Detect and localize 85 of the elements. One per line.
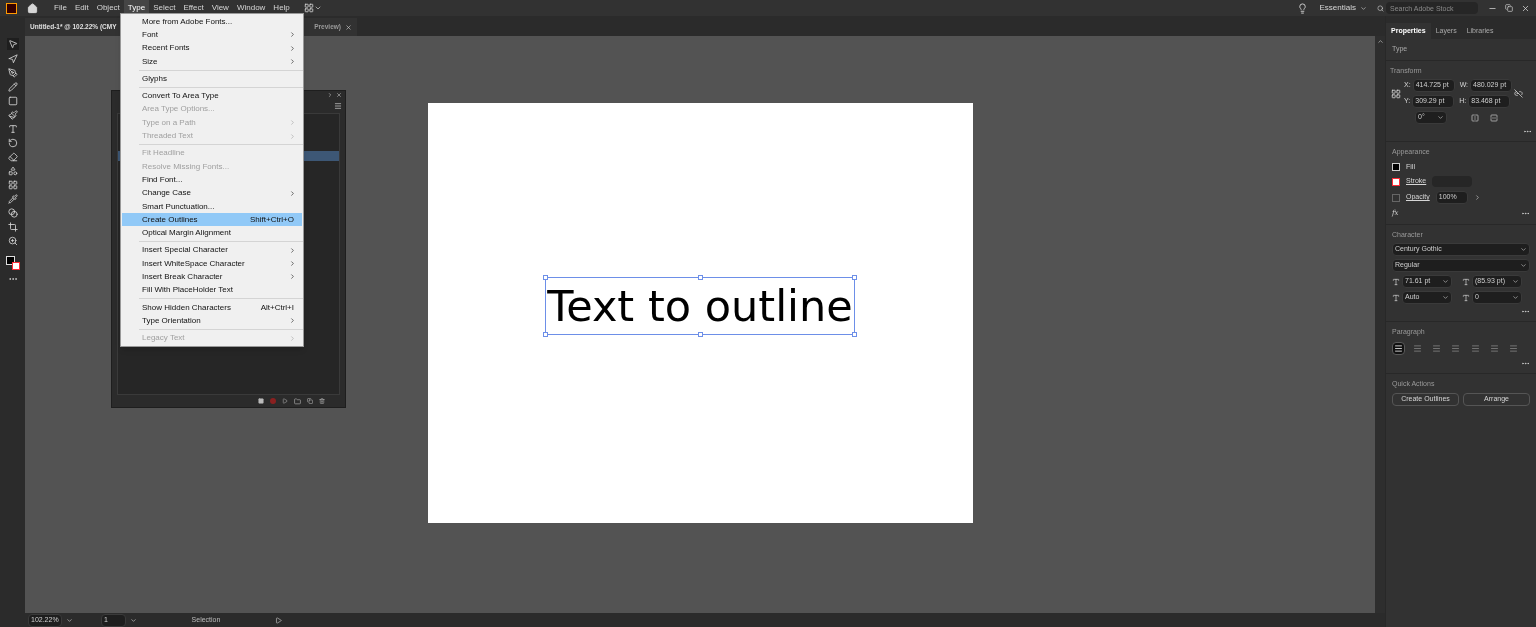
play-icon[interactable] xyxy=(275,616,282,624)
menu-item[interactable]: Convert To Area Type xyxy=(122,89,302,103)
menu-item[interactable]: Font xyxy=(122,28,302,42)
pen-icon[interactable] xyxy=(7,68,18,78)
font-size-icon xyxy=(1392,277,1400,286)
caret-icon[interactable] xyxy=(130,616,137,624)
collapse-icon[interactable] xyxy=(327,92,333,98)
close-icon[interactable] xyxy=(1521,3,1530,13)
fill-stroke-icon[interactable] xyxy=(5,256,20,270)
new-item-icon[interactable] xyxy=(307,398,313,404)
selection-handle[interactable] xyxy=(543,274,549,280)
panel-menu-icon[interactable] xyxy=(334,102,342,110)
menu-item[interactable]: Object xyxy=(92,0,124,16)
selection-handle[interactable] xyxy=(698,274,703,280)
menu-item[interactable]: File xyxy=(50,0,71,16)
trash-icon[interactable] xyxy=(319,398,325,404)
search-icon[interactable] xyxy=(1377,4,1384,12)
workspace-layout-icon[interactable] xyxy=(303,3,322,13)
play-icon[interactable] xyxy=(282,398,288,404)
caret-icon[interactable] xyxy=(1520,246,1527,253)
app-logo-icon xyxy=(6,2,17,14)
menu-item[interactable]: Insert Break Character xyxy=(122,270,302,284)
menu-item[interactable]: Recent Fonts xyxy=(122,41,302,55)
menu-item[interactable]: Create Outlines Shift+Ctrl+O xyxy=(122,213,302,227)
caret-icon[interactable] xyxy=(1512,278,1519,285)
scroll-up-icon[interactable] xyxy=(1376,38,1384,45)
caret-icon[interactable] xyxy=(1512,294,1519,301)
lightbulb-icon xyxy=(1296,2,1308,14)
menu-item[interactable]: Type Orientation xyxy=(122,314,302,328)
close-icon[interactable] xyxy=(336,92,342,98)
blend-icon[interactable] xyxy=(7,208,18,218)
caret-icon[interactable] xyxy=(66,616,73,624)
menu-item[interactable]: Edit xyxy=(70,0,93,16)
caret-icon[interactable] xyxy=(1360,4,1367,12)
workspace-switcher[interactable]: Essentials xyxy=(1319,2,1367,14)
menu-item[interactable]: Show Hidden Characters Alt+Ctrl+I xyxy=(122,300,302,315)
selection-handle[interactable] xyxy=(851,274,857,280)
menu-item[interactable]: Optical Margin Alignment xyxy=(122,226,302,240)
caret-icon[interactable] xyxy=(1442,278,1449,285)
align-icon[interactable] xyxy=(1392,341,1405,355)
selection-handle[interactable] xyxy=(698,331,703,337)
zoom-icon[interactable] xyxy=(7,236,18,246)
unlinked-icon[interactable] xyxy=(1514,89,1524,98)
selection-handle[interactable] xyxy=(851,331,857,337)
selection-tool-icon[interactable] xyxy=(6,38,19,50)
menu-item[interactable]: Smart Punctuation... xyxy=(122,199,302,214)
type-icon[interactable] xyxy=(7,124,18,134)
selection-handle[interactable] xyxy=(543,331,549,337)
artboard-icon[interactable] xyxy=(7,222,18,232)
menu-item[interactable]: Fill With PlaceHolder Text xyxy=(122,283,302,297)
shape-builder-icon[interactable] xyxy=(7,166,18,176)
more-options-icon[interactable] xyxy=(1521,307,1530,316)
home-icon[interactable] xyxy=(27,2,38,14)
stroke-swatch[interactable] xyxy=(1392,177,1400,186)
menu-item[interactable]: Glyphs xyxy=(122,72,302,86)
caret-icon[interactable] xyxy=(1442,294,1449,301)
menu-item[interactable]: Window xyxy=(232,0,270,16)
folder-icon[interactable] xyxy=(294,397,301,405)
menu-item[interactable]: View xyxy=(207,0,233,16)
menu-item[interactable]: Find Font... xyxy=(122,173,302,187)
menu-item[interactable]: Insert WhiteSpace Character xyxy=(122,257,302,271)
more-options-icon[interactable] xyxy=(1523,127,1532,136)
opacity-icon xyxy=(1392,193,1400,202)
artboard-text[interactable]: Text to outline xyxy=(547,277,853,334)
menu-item[interactable]: Change Case xyxy=(122,186,302,200)
eyedropper-icon[interactable] xyxy=(7,194,18,204)
brush-icon[interactable] xyxy=(7,110,18,120)
menu-item[interactable]: More from Adobe Fonts... xyxy=(122,15,302,29)
fill-swatch[interactable] xyxy=(1392,162,1400,171)
rectangle-icon[interactable] xyxy=(7,96,18,106)
reference-point-icon[interactable] xyxy=(1390,88,1402,99)
menu-item[interactable]: Help xyxy=(269,0,294,16)
menu-item[interactable]: Effect xyxy=(179,0,208,16)
menu-item[interactable]: Size xyxy=(122,54,302,69)
close-tab-icon[interactable] xyxy=(345,23,352,31)
rotate-icon[interactable] xyxy=(7,138,18,148)
menu-item[interactable]: Insert Special Character xyxy=(122,243,302,258)
menu-item[interactable]: Select xyxy=(149,0,180,16)
caret-icon[interactable] xyxy=(1437,114,1444,121)
eraser-icon[interactable] xyxy=(7,152,18,162)
restore-icon[interactable] xyxy=(1505,4,1513,12)
pencil-icon[interactable] xyxy=(7,82,18,92)
caret-icon[interactable] xyxy=(1520,262,1527,269)
direct-selection-icon[interactable] xyxy=(7,54,18,64)
stop-icon[interactable] xyxy=(258,398,264,404)
